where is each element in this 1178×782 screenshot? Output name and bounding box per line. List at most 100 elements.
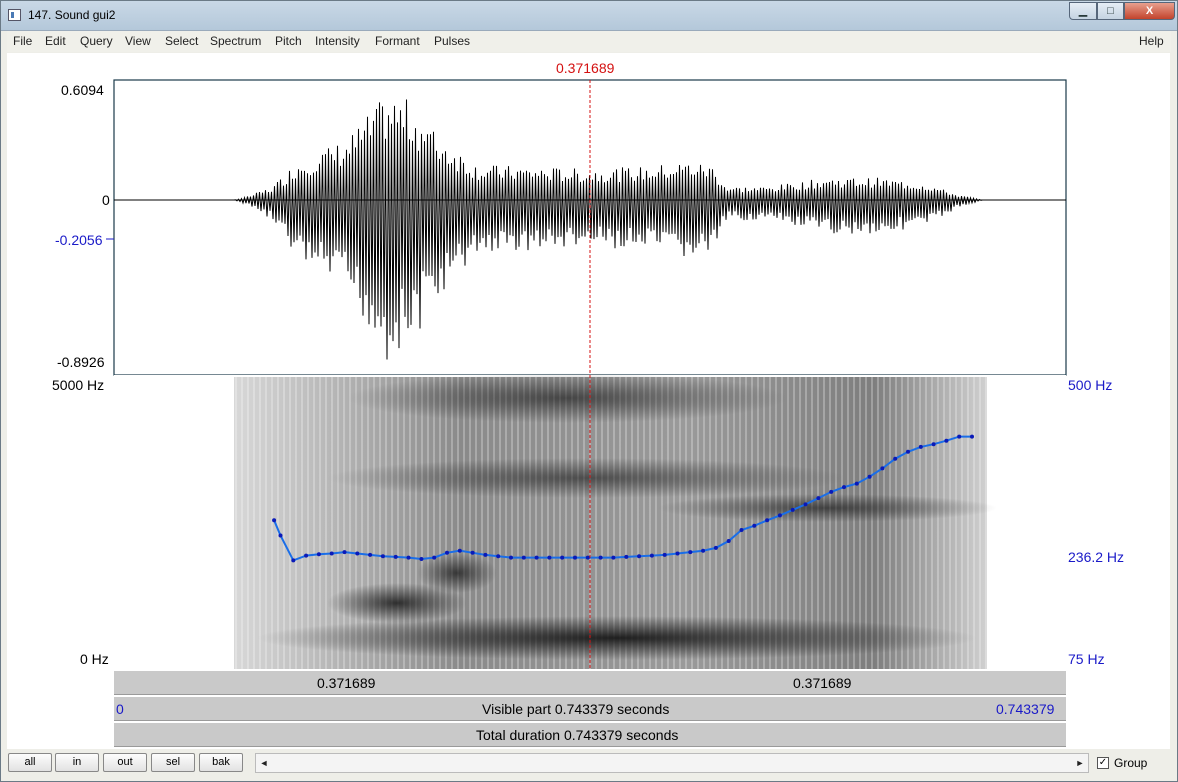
pitch-point [278, 533, 283, 538]
pitch-point [496, 554, 501, 559]
pitch-point [445, 550, 449, 555]
visible-part-label: Visible part 0.743379 seconds [482, 701, 670, 717]
pitch-point [419, 557, 424, 561]
pitch-point [406, 555, 411, 560]
signal-view[interactable] [7, 53, 1170, 749]
editor-window: 147. Sound gui2 ▁ □ X File Edit Query Vi… [0, 0, 1178, 782]
horizontal-scrollbar[interactable]: ◄ ► [255, 753, 1089, 773]
menu-intensity[interactable]: Intensity [315, 34, 360, 48]
pitch-point [752, 523, 757, 528]
pitch-point [291, 558, 296, 563]
zoom-all-button[interactable]: all [8, 753, 52, 772]
total-duration-label: Total duration 0.743379 seconds [476, 727, 679, 743]
pitch-point [355, 551, 360, 556]
menu-view[interactable]: View [125, 34, 151, 48]
menu-formant[interactable]: Formant [375, 34, 420, 48]
pitch-point [931, 442, 936, 447]
pitch-point [854, 481, 859, 486]
pitch-point [675, 551, 680, 556]
editor-canvas: 0.371689 0.6094 0 -0.2056 -0.8926 5000 H… [7, 53, 1170, 749]
app-icon [8, 9, 21, 21]
scroll-right-icon[interactable]: ► [1072, 754, 1088, 772]
pitch-point [316, 552, 321, 557]
menu-pulses[interactable]: Pulses [434, 34, 470, 48]
pitch-point [457, 548, 462, 553]
visible-start-label: 0 [116, 701, 124, 717]
pitch-point [739, 528, 744, 532]
pitch-point [342, 550, 347, 555]
menu-spectrum[interactable]: Spectrum [210, 34, 261, 48]
pitch-point [393, 554, 398, 559]
pitch-point [842, 485, 846, 490]
pitch-point [368, 552, 373, 557]
pitch-point [624, 554, 629, 559]
pitch-point [598, 555, 603, 560]
pitch-point [803, 502, 808, 507]
pitch-point [547, 555, 552, 560]
zoom-out-button[interactable]: out [103, 753, 147, 772]
zoom-sel-button[interactable]: sel [151, 753, 195, 772]
spectrogram-band-high [347, 373, 787, 423]
visible-part-bar[interactable]: 0 Visible part 0.743379 seconds 0.743379 [114, 696, 1066, 721]
pitch-point [713, 545, 718, 550]
visible-end-label: 0.743379 [996, 701, 1055, 717]
bottom-toolbar: all in out sel bak ◄ ► ✓ Group [7, 750, 1171, 777]
pitch-point [701, 548, 706, 553]
zoom-back-button[interactable]: bak [199, 753, 243, 772]
timebar-left[interactable]: 0.371689 [114, 670, 590, 695]
pitch-point [304, 553, 309, 558]
timebar-right[interactable]: 0.371689 [590, 670, 1066, 695]
pitch-point [380, 554, 385, 559]
pitch-point [765, 518, 770, 523]
pitch-point [483, 552, 488, 557]
pitch-point [957, 434, 962, 439]
menu-help[interactable]: Help [1139, 34, 1164, 48]
pitch-point [637, 554, 642, 559]
pitch-point [918, 444, 923, 449]
pitch-point [726, 539, 731, 543]
group-label: Group [1114, 756, 1148, 770]
pitch-point [829, 489, 834, 494]
timebar-left-label: 0.371689 [317, 675, 376, 691]
pitch-point [611, 555, 616, 560]
spectrogram-band-f0 [257, 616, 977, 660]
spectrogram-band-f3 [327, 458, 847, 498]
zoom-in-button[interactable]: in [55, 753, 99, 772]
pitch-point [521, 555, 526, 560]
menu-pitch[interactable]: Pitch [275, 34, 302, 48]
menu-edit[interactable]: Edit [45, 34, 66, 48]
pitch-point [649, 553, 654, 558]
scroll-left-icon[interactable]: ◄ [256, 754, 272, 772]
pitch-point [970, 434, 974, 439]
minimize-button[interactable]: ▁ [1069, 2, 1097, 20]
group-checkbox[interactable]: ✓ [1097, 757, 1109, 769]
window-title: 147. Sound gui2 [28, 8, 116, 22]
pitch-point [509, 555, 513, 560]
pitch-point [534, 555, 539, 560]
menu-file[interactable]: File [13, 34, 32, 48]
pitch-point [777, 513, 782, 518]
total-duration-bar[interactable]: Total duration 0.743379 seconds [114, 722, 1066, 747]
menu-bar: File Edit Query View Select Spectrum Pit… [7, 31, 1171, 52]
pitch-point [432, 555, 437, 560]
maximize-button[interactable]: □ [1097, 2, 1124, 20]
pitch-point [790, 507, 795, 512]
pitch-point [880, 466, 885, 471]
spectrogram-band-f2 [657, 494, 997, 522]
pitch-point [906, 449, 910, 454]
pitch-point [688, 550, 693, 555]
timebar-right-label: 0.371689 [793, 675, 852, 691]
menu-query[interactable]: Query [80, 34, 113, 48]
close-button[interactable]: X [1124, 2, 1175, 20]
pitch-point [662, 552, 667, 557]
pitch-point [585, 555, 590, 560]
pitch-point [816, 496, 821, 501]
title-bar[interactable]: 147. Sound gui2 ▁ □ X [1, 1, 1177, 31]
pitch-point [329, 551, 334, 556]
pitch-point [272, 518, 277, 523]
pitch-point [470, 550, 475, 555]
pitch-point [560, 555, 565, 560]
pitch-point [867, 474, 872, 479]
pitch-point [944, 438, 949, 443]
menu-select[interactable]: Select [165, 34, 198, 48]
